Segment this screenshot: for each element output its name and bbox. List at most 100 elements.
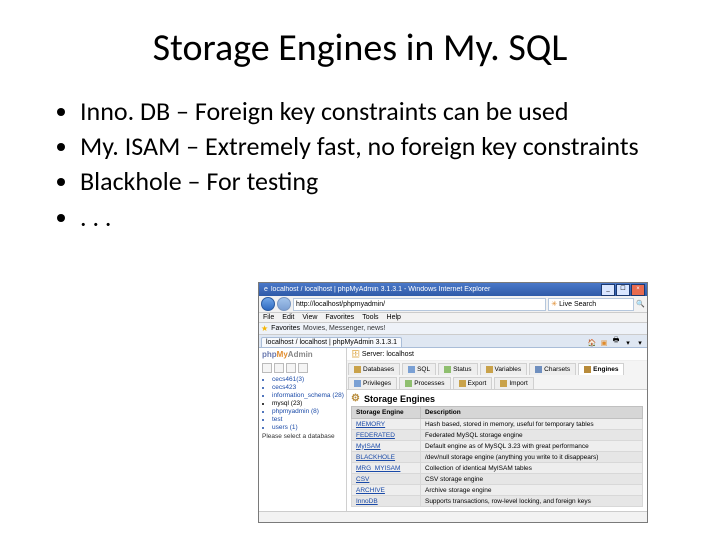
bullet-item: Blackhole – For testing [80, 166, 670, 197]
tab-export[interactable]: Export [453, 377, 493, 389]
engine-desc: /dev/null storage engine (anything you w… [420, 452, 642, 463]
menu-favorites[interactable]: Favorites [325, 314, 354, 321]
engine-desc: CSV storage engine [420, 474, 642, 485]
back-button[interactable] [261, 297, 275, 311]
maximize-button[interactable]: ☐ [616, 284, 630, 296]
bullet-item: . . . [80, 202, 670, 233]
privileges-icon [354, 380, 361, 387]
engine-desc: Hash based, stored in memory, useful for… [420, 419, 642, 430]
db-item[interactable]: test [272, 416, 343, 423]
db-item[interactable]: users (1) [272, 424, 343, 431]
menu-file[interactable]: File [263, 314, 274, 321]
status-bar [259, 511, 647, 522]
engine-link[interactable]: FEDERATED [352, 430, 421, 441]
engine-desc: Archive storage engine [420, 485, 642, 496]
db-item[interactable]: information_schema (28) [272, 392, 343, 399]
search-go-icon[interactable]: 🔍 [636, 300, 645, 308]
table-row: ARCHIVEArchive storage engine [352, 485, 643, 496]
engine-link[interactable]: MRG_MYISAM [352, 463, 421, 474]
db-item[interactable]: mysql (23) [272, 400, 343, 407]
sidebar-mini-icons [262, 363, 343, 373]
address-bar[interactable]: http://localhost/phpmyadmin/ [293, 298, 546, 311]
pma-tabs: Databases SQL Status Variables Charsets … [347, 361, 647, 390]
breadcrumb-label: Server: localhost [362, 351, 414, 358]
menu-help[interactable]: Help [387, 314, 401, 321]
import-icon [500, 380, 507, 387]
variables-icon [486, 366, 493, 373]
window-title: localhost / localhost | phpMyAdmin 3.1.3… [271, 286, 600, 293]
forward-button[interactable] [277, 297, 291, 311]
home-icon[interactable]: 🏠 [587, 339, 597, 347]
tab-strip: localhost / localhost | phpMyAdmin 3.1.3… [259, 335, 647, 348]
tab-privileges[interactable]: Privileges [348, 377, 397, 389]
tools-icon[interactable]: ▾ [635, 339, 645, 347]
minimize-button[interactable]: _ [601, 284, 615, 296]
tab-processes[interactable]: Processes [399, 377, 450, 389]
engine-link[interactable]: ARCHIVE [352, 485, 421, 496]
close-button[interactable]: × [631, 284, 645, 296]
engines-heading: ⚙ Storage Engines [347, 390, 647, 406]
db-item[interactable]: cecs423 [272, 384, 343, 391]
tab-sql[interactable]: SQL [402, 363, 436, 375]
page-icon[interactable]: ▾ [623, 339, 633, 347]
feed-icon[interactable]: ▣ [599, 339, 609, 347]
tab-databases[interactable]: Databases [348, 363, 400, 375]
sql-icon [408, 366, 415, 373]
db-item[interactable]: cecs461(3) [272, 376, 343, 383]
engine-desc: Supports transactions, row-level locking… [420, 496, 642, 507]
tab-import[interactable]: Import [494, 377, 533, 389]
menu-tools[interactable]: Tools [362, 314, 378, 321]
database-icon [354, 366, 361, 373]
favorites-star-icon[interactable]: ★ [261, 324, 268, 333]
table-row: BLACKHOLE/dev/null storage engine (anyth… [352, 452, 643, 463]
export-icon [459, 380, 466, 387]
engine-desc: Default engine as of MySQL 3.23 with gre… [420, 441, 642, 452]
tab-charsets[interactable]: Charsets [529, 363, 576, 375]
nav-bar: http://localhost/phpmyadmin/ ✳ Live Sear… [259, 296, 647, 313]
slide-title: Storage Engines in My. SQL [50, 25, 670, 71]
engine-link[interactable]: MyISAM [352, 441, 421, 452]
bullet-item: Inno. DB – Foreign key constraints can b… [80, 96, 670, 127]
search-box[interactable]: ✳ Live Search [548, 298, 634, 311]
window-titlebar[interactable]: e localhost / localhost | phpMyAdmin 3.1… [259, 283, 647, 296]
refresh-icon[interactable] [298, 363, 308, 373]
select-db-prompt: Please select a database [262, 433, 343, 440]
engine-link[interactable]: MEMORY [352, 419, 421, 430]
table-row: CSVCSV storage engine [352, 474, 643, 485]
table-row: MyISAMDefault engine as of MySQL 3.23 wi… [352, 441, 643, 452]
search-placeholder: Live Search [559, 299, 596, 310]
table-row: MRG_MYISAMCollection of identical MyISAM… [352, 463, 643, 474]
engines-table: Storage Engine Description MEMORYHash ba… [351, 406, 643, 507]
engine-desc: Federated MySQL storage engine [420, 430, 642, 441]
tab-engines[interactable]: Engines [578, 363, 624, 375]
status-icon [444, 366, 451, 373]
engine-link[interactable]: InnoDB [352, 496, 421, 507]
sql-icon[interactable] [274, 363, 284, 373]
menu-view[interactable]: View [302, 314, 317, 321]
tab-variables[interactable]: Variables [480, 363, 528, 375]
menu-bar: File Edit View Favorites Tools Help [259, 313, 647, 323]
favorites-bar: ★ Favorites Movies, Messenger, news! [259, 323, 647, 335]
home-icon[interactable] [262, 363, 272, 373]
page-content: phpMyAdmin cecs461(3) cecs423 informatio… [259, 348, 647, 511]
print-icon[interactable]: 🖶 [611, 336, 621, 347]
breadcrumb: 🗄 Server: localhost [347, 348, 647, 361]
charsets-icon [535, 366, 542, 373]
phpmyadmin-logo: phpMyAdmin [262, 350, 343, 359]
pma-main: 🗄 Server: localhost Databases SQL Status… [347, 348, 647, 511]
engine-link[interactable]: BLACKHOLE [352, 452, 421, 463]
favorites-label[interactable]: Favorites [271, 325, 300, 332]
table-row: InnoDBSupports transactions, row-level l… [352, 496, 643, 507]
menu-edit[interactable]: Edit [282, 314, 294, 321]
search-icon: ✳ [551, 299, 557, 310]
browser-tab[interactable]: localhost / localhost | phpMyAdmin 3.1.3… [261, 337, 402, 347]
favorites-hint: Movies, Messenger, news! [303, 325, 385, 332]
engine-link[interactable]: CSV [352, 474, 421, 485]
processes-icon [405, 380, 412, 387]
db-item[interactable]: phpmyadmin (8) [272, 408, 343, 415]
col-description: Description [420, 407, 642, 419]
gear-icon: ⚙ [351, 393, 360, 404]
docs-icon[interactable] [286, 363, 296, 373]
database-list: cecs461(3) cecs423 information_schema (2… [262, 376, 343, 431]
tab-status[interactable]: Status [438, 363, 477, 375]
